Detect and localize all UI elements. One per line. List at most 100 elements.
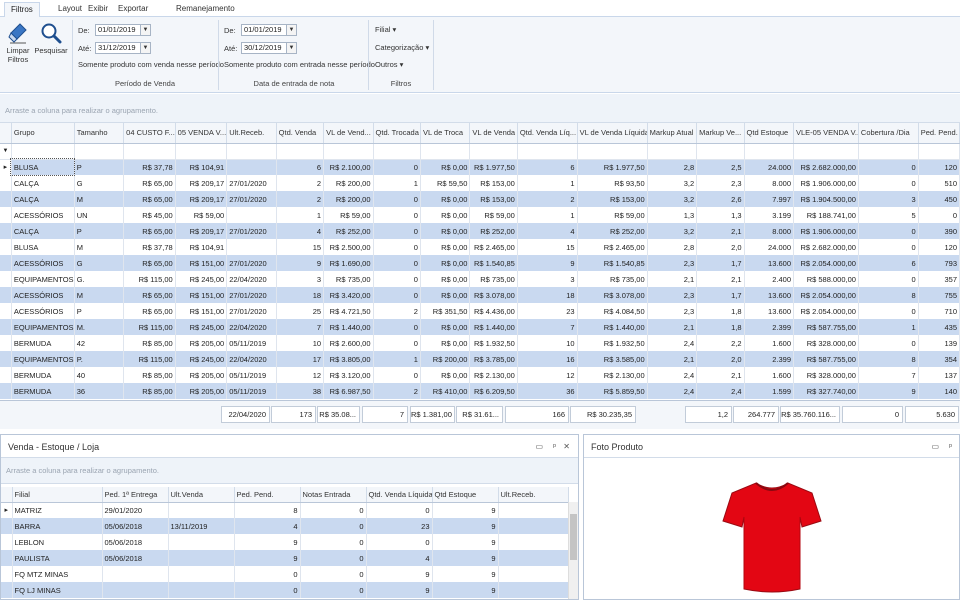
table-cell[interactable]: R$ 588.000,00 bbox=[793, 271, 859, 287]
table-cell[interactable]: R$ 3.420,00 bbox=[323, 287, 374, 303]
table-cell[interactable]: 2,4 bbox=[647, 383, 698, 399]
table-cell[interactable]: 22/04/2020 bbox=[226, 271, 277, 287]
table-row[interactable]: ACESSÓRIOS M R$ 65,00 R$ 151,00 27/01/2020 18… bbox=[0, 287, 960, 303]
table-row[interactable]: BARRA 05/06/2018 13/11/2019 4 0 23 9 bbox=[1, 518, 569, 534]
filter-icon[interactable]: ▼ bbox=[0, 143, 12, 160]
table-cell[interactable]: 9 bbox=[234, 550, 301, 566]
table-cell[interactable]: R$ 1.690,00 bbox=[323, 255, 374, 271]
table-cell[interactable]: 12 bbox=[276, 367, 325, 383]
table-cell[interactable]: 2,1 bbox=[696, 271, 745, 287]
maximize-icon[interactable]: ▭ bbox=[931, 442, 939, 451]
table-cell[interactable]: 12 bbox=[517, 367, 578, 383]
table-cell[interactable]: R$ 1.977,50 bbox=[469, 159, 518, 175]
table-cell[interactable]: 2,4 bbox=[647, 335, 698, 351]
filter-cell[interactable] bbox=[123, 143, 176, 160]
table-cell[interactable]: R$ 0,00 bbox=[420, 319, 471, 335]
table-cell[interactable]: 140 bbox=[918, 383, 960, 399]
filter-cell[interactable] bbox=[226, 143, 277, 160]
table-cell[interactable]: 2,0 bbox=[696, 239, 745, 255]
clear-filters-button[interactable]: Limpar Filtros bbox=[4, 22, 32, 64]
table-cell[interactable]: 4 bbox=[517, 223, 578, 239]
column-header[interactable]: Qtd. Trocada bbox=[373, 123, 421, 144]
table-cell[interactable]: P. bbox=[74, 351, 125, 367]
search-button[interactable]: Pesquisar bbox=[34, 22, 68, 55]
table-cell[interactable]: R$ 1.906.000,00 bbox=[793, 175, 859, 191]
table-cell[interactable]: 6 bbox=[517, 159, 578, 175]
table-cell[interactable]: 710 bbox=[918, 303, 960, 319]
table-cell[interactable]: 0 bbox=[858, 303, 919, 319]
table-cell[interactable]: 38 bbox=[276, 383, 325, 399]
table-row[interactable]: ACESSÓRIOS G R$ 65,00 R$ 151,00 27/01/2020 9 R… bbox=[0, 255, 960, 271]
column-header[interactable]: 05 VENDA V... bbox=[175, 123, 228, 144]
table-cell[interactable]: 1 bbox=[373, 175, 421, 191]
categorizacao-dropdown[interactable]: Categorização ▾ bbox=[375, 43, 429, 52]
table-cell[interactable]: R$ 0,00 bbox=[420, 367, 471, 383]
table-cell[interactable]: R$ 2.682.000,00 bbox=[793, 159, 859, 175]
table-cell[interactable]: R$ 735,00 bbox=[577, 271, 648, 287]
table-cell[interactable]: 25 bbox=[276, 303, 325, 319]
filter-cell[interactable] bbox=[175, 143, 228, 160]
chevron-down-icon[interactable]: ▼ bbox=[140, 43, 150, 53]
table-cell[interactable] bbox=[226, 207, 277, 223]
table-cell[interactable]: R$ 1.540,85 bbox=[469, 255, 518, 271]
table-cell[interactable]: M bbox=[74, 191, 125, 207]
table-cell[interactable]: 24.000 bbox=[744, 239, 795, 255]
table-cell[interactable]: R$ 151,00 bbox=[175, 287, 228, 303]
table-cell[interactable]: 8 bbox=[858, 287, 919, 303]
table-cell[interactable]: 16 bbox=[517, 351, 578, 367]
entry-from-input[interactable]: 01/01/2019 ▼ bbox=[241, 24, 297, 36]
table-cell[interactable]: R$ 2.600,00 bbox=[323, 335, 374, 351]
table-cell[interactable]: ACESSÓRIOS bbox=[11, 287, 75, 303]
sale-from-input[interactable]: 01/01/2019 ▼ bbox=[95, 24, 151, 36]
table-cell[interactable]: 0 bbox=[858, 159, 919, 175]
table-cell[interactable]: 23 bbox=[366, 518, 433, 534]
table-cell[interactable]: 0 bbox=[234, 582, 301, 598]
table-cell[interactable]: R$ 0,00 bbox=[420, 239, 471, 255]
table-cell[interactable]: R$ 151,00 bbox=[175, 303, 228, 319]
table-cell[interactable]: R$ 327.740,00 bbox=[793, 383, 859, 399]
table-cell[interactable]: P bbox=[74, 223, 125, 239]
table-cell[interactable]: 435 bbox=[918, 319, 960, 335]
column-header[interactable]: VLE-05 VENDA V... bbox=[793, 123, 859, 144]
table-cell[interactable]: 354 bbox=[918, 351, 960, 367]
table-cell[interactable]: R$ 153,00 bbox=[469, 175, 518, 191]
table-cell[interactable]: 13.600 bbox=[744, 287, 795, 303]
table-cell[interactable]: 0 bbox=[373, 287, 421, 303]
table-cell[interactable]: R$ 1.906.000,00 bbox=[793, 223, 859, 239]
filter-cell[interactable] bbox=[696, 143, 745, 160]
table-cell[interactable]: 357 bbox=[918, 271, 960, 287]
table-cell[interactable]: R$ 735,00 bbox=[469, 271, 518, 287]
table-cell[interactable]: R$ 1.440,00 bbox=[469, 319, 518, 335]
table-cell[interactable]: 1 bbox=[517, 175, 578, 191]
table-cell[interactable]: R$ 65,00 bbox=[123, 191, 176, 207]
table-cell[interactable]: 18 bbox=[517, 287, 578, 303]
table-cell[interactable]: 1 bbox=[373, 351, 421, 367]
tab-exportar[interactable]: Exportar bbox=[112, 2, 154, 17]
column-header[interactable]: VL de Troca bbox=[420, 123, 471, 144]
table-cell[interactable]: 0 bbox=[366, 534, 433, 550]
table-cell[interactable]: R$ 59,50 bbox=[420, 175, 471, 191]
table-cell[interactable]: 0 bbox=[300, 582, 367, 598]
table-cell[interactable]: R$ 1.540,85 bbox=[577, 255, 648, 271]
table-cell[interactable]: 7.997 bbox=[744, 191, 795, 207]
table-cell[interactable] bbox=[168, 582, 235, 598]
table-row[interactable]: BERMUDA 40 R$ 85,00 R$ 205,00 05/11/2019 12 R$… bbox=[0, 367, 960, 383]
column-header[interactable]: Qtd Estoque bbox=[432, 487, 499, 503]
table-cell[interactable]: 9 bbox=[432, 502, 499, 518]
table-row[interactable]: CALÇA P R$ 65,00 R$ 209,17 27/01/2020 4 R$ 252… bbox=[0, 223, 960, 239]
filter-cell[interactable] bbox=[858, 143, 919, 160]
column-header[interactable]: Cobertura /Dia bbox=[858, 123, 919, 144]
table-cell[interactable]: 13/11/2019 bbox=[168, 518, 235, 534]
table-cell[interactable]: 22/04/2020 bbox=[226, 319, 277, 335]
column-header[interactable]: 04 CUSTO F... bbox=[123, 123, 176, 144]
table-cell[interactable] bbox=[102, 582, 169, 598]
tab-remanejamento[interactable]: Remanejamento bbox=[170, 2, 241, 17]
column-header[interactable]: Ult.Receb. bbox=[226, 123, 277, 144]
filter-cell[interactable] bbox=[74, 143, 125, 160]
table-cell[interactable]: 0 bbox=[373, 159, 421, 175]
table-cell[interactable]: 18 bbox=[276, 287, 325, 303]
column-header[interactable]: Qtd. Venda bbox=[276, 123, 325, 144]
table-cell[interactable]: 2 bbox=[373, 303, 421, 319]
table-cell[interactable]: R$ 188.741,00 bbox=[793, 207, 859, 223]
table-cell[interactable]: ACESSÓRIOS bbox=[11, 207, 75, 223]
